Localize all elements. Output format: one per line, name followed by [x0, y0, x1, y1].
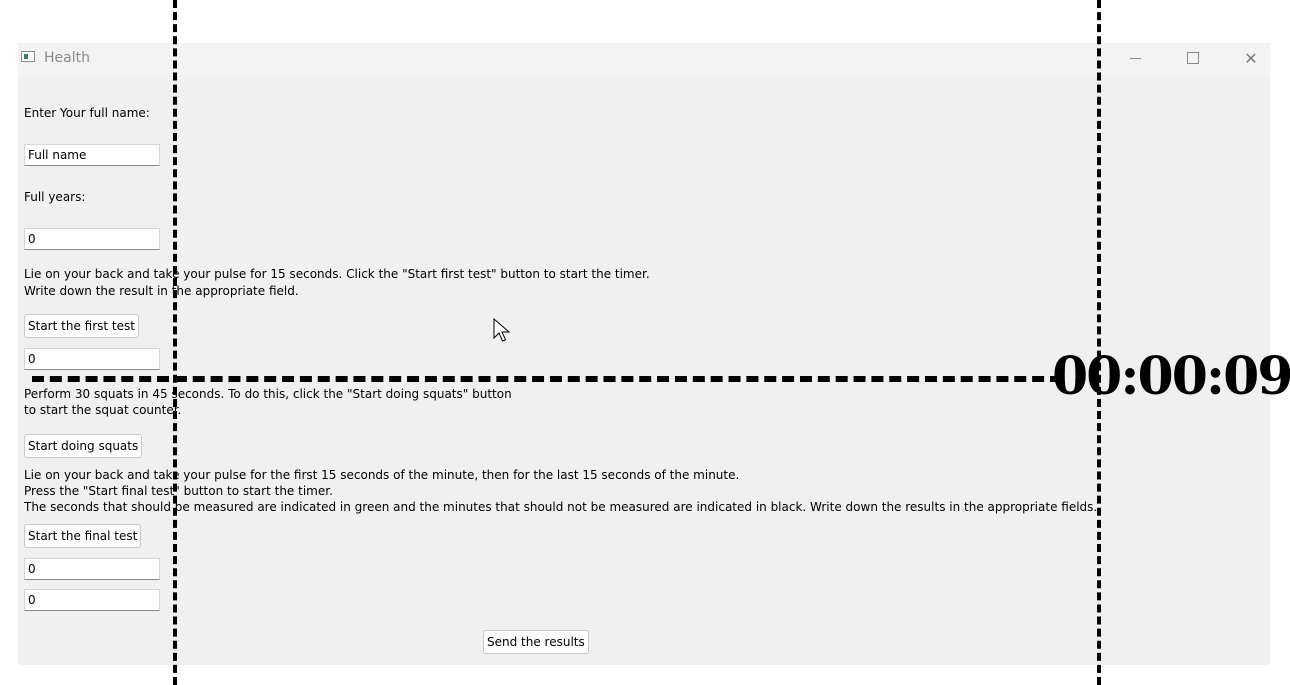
test1-instruction-line1: Lie on your back and take your pulse for… [24, 267, 650, 281]
mouse-cursor-icon [493, 318, 511, 342]
dashed-guide-vertical-right [1097, 0, 1101, 685]
years-label: Full years: [24, 190, 86, 204]
start-first-test-button[interactable]: Start the first test [24, 314, 139, 338]
send-results-button[interactable]: Send the results [483, 630, 589, 654]
squats-instruction-line2: to start the squat counter. [24, 403, 182, 417]
maximize-icon [1187, 52, 1199, 64]
full-name-input[interactable]: Full name [24, 144, 160, 166]
years-input[interactable]: 0 [24, 228, 160, 250]
title-bar: Health ✕ [18, 43, 1270, 75]
first-test-result-input[interactable]: 0 [24, 348, 160, 370]
window-title: Health [44, 50, 90, 66]
app-icon [21, 51, 35, 62]
final-instruction-line2: Press the "Start final test" button to s… [24, 484, 333, 498]
close-icon: ✕ [1244, 48, 1258, 68]
minimize-button[interactable] [1112, 43, 1158, 73]
final-instruction-line3: The seconds that should be measured are … [24, 500, 1098, 514]
final-test-result-2-input[interactable]: 0 [24, 589, 160, 611]
start-squats-button[interactable]: Start doing squats [24, 434, 143, 458]
test1-instruction-line2: Write down the result in the appropriate… [24, 284, 299, 298]
minimize-icon [1129, 57, 1141, 59]
start-final-test-button[interactable]: Start the final test [24, 524, 142, 548]
final-instruction-line1: Lie on your back and take your pulse for… [24, 468, 740, 482]
name-label: Enter Your full name: [24, 106, 150, 120]
maximize-button[interactable] [1170, 43, 1216, 73]
timer-display: 00:00:09 [1052, 346, 1290, 407]
dashed-guide-horizontal [32, 376, 1062, 382]
dashed-guide-vertical-left [173, 0, 177, 685]
final-test-result-1-input[interactable]: 0 [24, 558, 160, 580]
squats-instruction-line1: Perform 30 squats in 45 seconds. To do t… [24, 387, 512, 401]
close-button[interactable]: ✕ [1228, 43, 1274, 73]
